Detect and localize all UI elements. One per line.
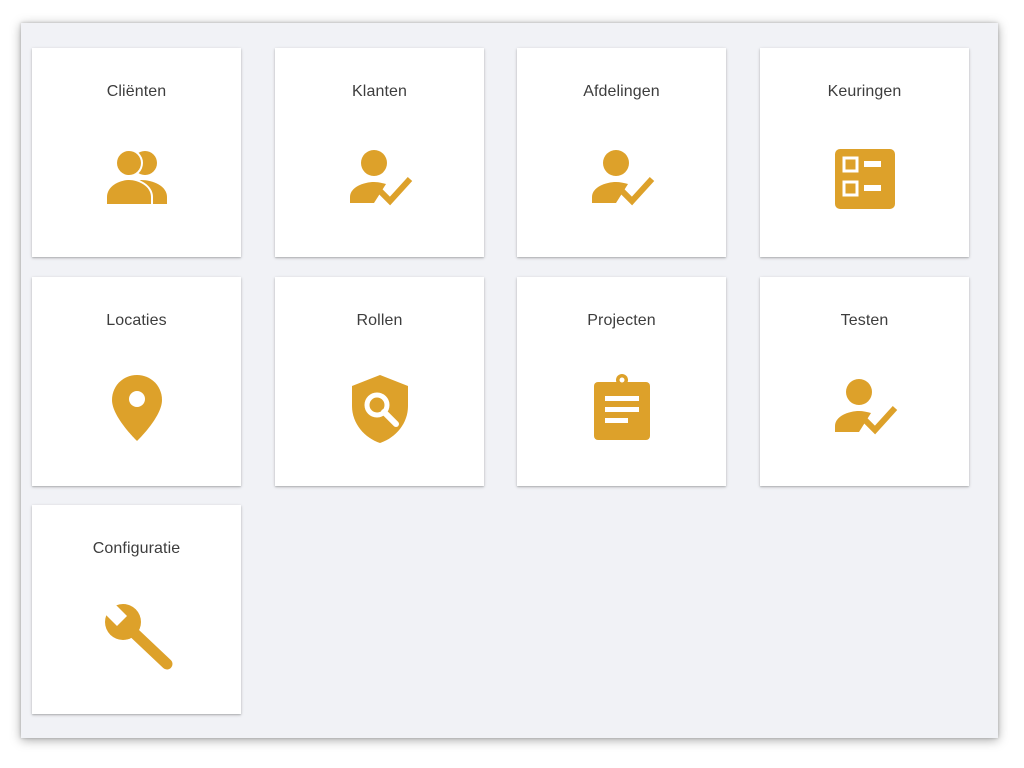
checklist-icon: [829, 143, 901, 215]
tile-label: Projecten: [587, 312, 656, 329]
shield-search-icon: [344, 372, 416, 444]
tile-label: Testen: [840, 312, 889, 329]
person-check-icon: [586, 143, 658, 215]
tile-afdelingen[interactable]: Afdelingen: [517, 48, 726, 257]
tile-label: Cliënten: [106, 83, 167, 100]
tile-klanten[interactable]: Klanten: [275, 48, 484, 257]
tile-label: Configuratie: [92, 540, 181, 557]
tile-label: Klanten: [352, 83, 407, 100]
group-icon: [101, 143, 173, 215]
person-check-icon: [344, 143, 416, 215]
tile-label: Keuringen: [827, 83, 902, 100]
tile-label: Afdelingen: [583, 83, 660, 100]
location-pin-icon: [101, 372, 173, 444]
dashboard-window: Cliënten Klanten Afdelingen Keuringen Lo…: [21, 23, 998, 738]
tile-configuratie[interactable]: Configuratie: [32, 505, 241, 714]
tile-clienten[interactable]: Cliënten: [32, 48, 241, 257]
tile-testen[interactable]: Testen: [760, 277, 969, 486]
tile-rollen[interactable]: Rollen: [275, 277, 484, 486]
person-check-icon: [829, 372, 901, 444]
tile-projecten[interactable]: Projecten: [517, 277, 726, 486]
tile-locaties[interactable]: Locaties: [32, 277, 241, 486]
wrench-icon: [101, 600, 173, 672]
tile-keuringen[interactable]: Keuringen: [760, 48, 969, 257]
clipboard-icon: [586, 372, 658, 444]
tile-label: Locaties: [106, 312, 167, 329]
tile-label: Rollen: [356, 312, 403, 329]
